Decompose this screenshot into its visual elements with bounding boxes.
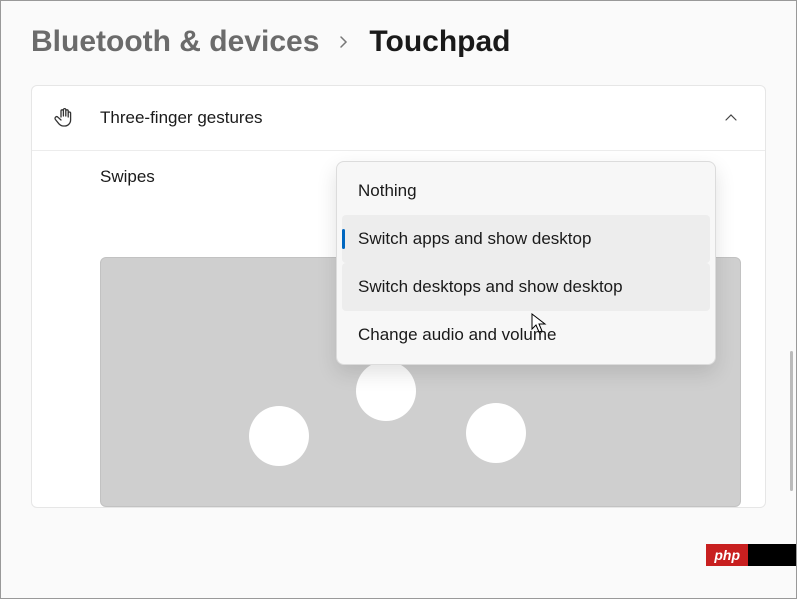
dropdown-option-audio[interactable]: Change audio and volume <box>342 311 710 359</box>
swipes-dropdown[interactable]: Nothing Switch apps and show desktop Swi… <box>336 161 716 365</box>
hand-icon <box>50 104 78 132</box>
watermark-block <box>748 544 796 566</box>
finger-dot <box>466 403 526 463</box>
breadcrumb: Bluetooth & devices Touchpad <box>1 1 796 77</box>
finger-dot <box>249 406 309 466</box>
section-header-three-finger[interactable]: Three-finger gestures <box>32 86 765 151</box>
watermark-text: php <box>706 544 748 566</box>
breadcrumb-current: Touchpad <box>369 25 510 59</box>
scrollbar[interactable] <box>790 351 793 491</box>
section-title: Three-finger gestures <box>100 108 721 128</box>
dropdown-option-nothing[interactable]: Nothing <box>342 167 710 215</box>
chevron-right-icon <box>337 29 351 55</box>
chevron-up-icon <box>721 108 741 128</box>
finger-dot <box>356 361 416 421</box>
breadcrumb-parent[interactable]: Bluetooth & devices <box>31 25 319 59</box>
swipes-label: Swipes <box>100 167 155 186</box>
dropdown-option-switch-desktops[interactable]: Switch desktops and show desktop <box>342 263 710 311</box>
watermark: php <box>706 544 796 566</box>
dropdown-option-switch-apps[interactable]: Switch apps and show desktop <box>342 215 710 263</box>
